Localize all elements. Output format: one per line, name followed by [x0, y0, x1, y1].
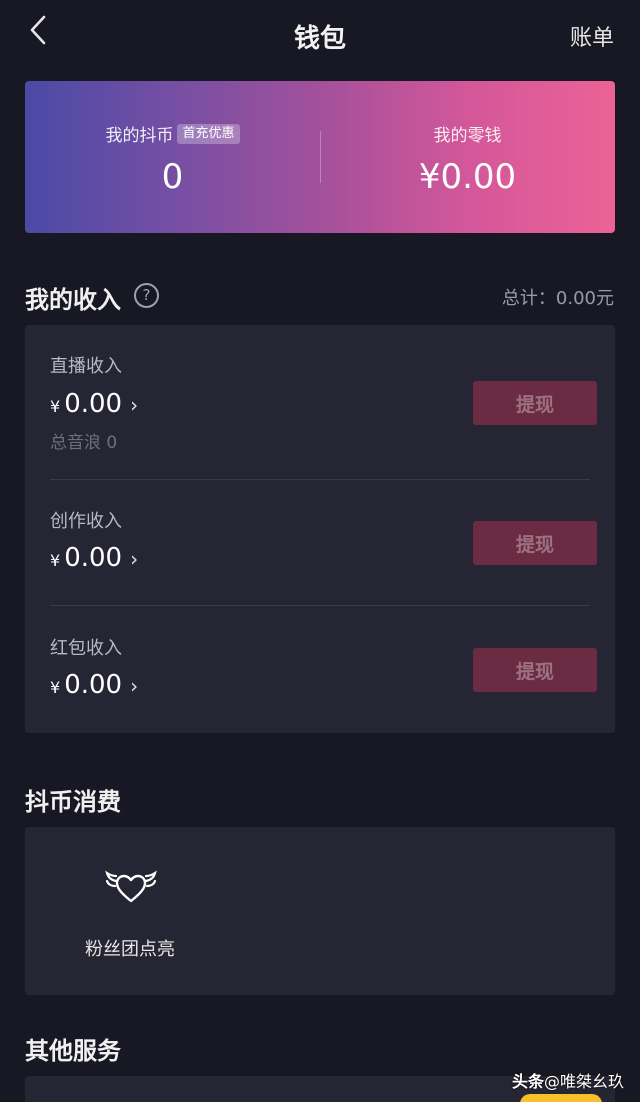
wallet-page: 钱包 账单 我的抖币 首充优惠 0 我的零钱 ¥0.00 我的收入 ? 总计：0…: [0, 0, 640, 1102]
coins-balance[interactable]: 我的抖币 首充优惠 0: [25, 81, 320, 233]
withdraw-button[interactable]: 提现: [473, 648, 597, 692]
balance-card: 我的抖币 首充优惠 0 我的零钱 ¥0.00: [25, 81, 615, 233]
income-label: 红包收入: [50, 638, 122, 659]
income-label: 直播收入: [50, 356, 122, 377]
income-row-creation: 创作收入 ¥ 0.00 › 提现: [25, 480, 615, 605]
income-amount: 0.00: [64, 543, 123, 573]
page-title: 钱包: [293, 24, 346, 54]
consumption-section-title: 抖币消费: [25, 788, 121, 816]
services-section-title: 其他服务: [25, 1037, 121, 1065]
consumption-card: 粉丝团点亮: [25, 827, 615, 995]
income-total: 总计：0.00元: [501, 288, 614, 309]
change-balance[interactable]: 我的零钱 ¥0.00: [320, 81, 615, 233]
watermark: 头条@唯桀幺玖: [512, 1068, 624, 1092]
withdraw-button[interactable]: 提现: [473, 381, 597, 425]
coins-label: 我的抖币: [105, 126, 174, 146]
total-sound-waves: 总音浪 0: [50, 433, 118, 453]
currency-symbol: ¥: [50, 551, 61, 570]
help-icon[interactable]: ?: [134, 283, 159, 308]
change-value: ¥0.00: [418, 157, 517, 197]
income-row-live: 直播收入 ¥ 0.00 › 总音浪 0 提现: [25, 325, 615, 479]
service-badge: [520, 1094, 602, 1102]
fan-club-label: 粉丝团点亮: [85, 939, 175, 960]
income-section-title: 我的收入: [25, 286, 121, 314]
income-amount: 0.00: [64, 670, 123, 700]
heart-wings-icon: [105, 870, 157, 903]
income-amount-link[interactable]: ¥ 0.00 ›: [50, 389, 138, 419]
top-navigation-bar: 钱包 账单: [0, 0, 640, 70]
income-row-redpacket: 红包收入 ¥ 0.00 › 提现: [25, 606, 615, 733]
fan-club-light-up[interactable]: 粉丝团点亮: [65, 867, 195, 967]
watermark-brand: 头条: [511, 1072, 544, 1091]
change-label-row: 我的零钱: [320, 121, 615, 146]
income-card: 直播收入 ¥ 0.00 › 总音浪 0 提现 创作收入 ¥ 0.00 › 提现 …: [25, 325, 615, 733]
chevron-right-icon: ›: [130, 547, 139, 571]
watermark-handle: @唯桀幺玖: [543, 1072, 624, 1091]
change-label: 我的零钱: [433, 126, 502, 146]
coins-label-row: 我的抖币 首充优惠: [25, 121, 320, 146]
income-amount: 0.00: [64, 389, 123, 419]
chevron-right-icon: ›: [130, 674, 139, 698]
currency-symbol: ¥: [50, 678, 61, 697]
currency-symbol: ¥: [50, 397, 61, 416]
first-recharge-badge: 首充优惠: [177, 123, 240, 144]
income-amount-link[interactable]: ¥ 0.00 ›: [50, 543, 138, 573]
coins-value: 0: [161, 157, 184, 197]
income-label: 创作收入: [50, 511, 122, 532]
withdraw-button[interactable]: 提现: [473, 521, 597, 565]
bill-button[interactable]: 账单: [570, 20, 614, 52]
income-amount-link[interactable]: ¥ 0.00 ›: [50, 670, 138, 700]
chevron-right-icon: ›: [130, 393, 139, 417]
